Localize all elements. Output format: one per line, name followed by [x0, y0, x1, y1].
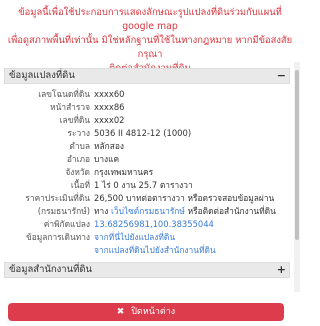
row-label: เนื้อที่: [70, 180, 90, 190]
row-value: 1 ไร่ 0 งาน 25.7 ตารางวา: [94, 180, 193, 190]
row-label: ข้อมูลการเดินทาง: [25, 232, 90, 242]
scrollbar-thumb[interactable]: [295, 70, 299, 240]
treasury-website-link[interactable]: เว็บไซต์กรมธนารักษ์: [111, 206, 185, 216]
row-label: เลขโฉนดที่ดิน: [38, 89, 90, 99]
close-window-button[interactable]: ✖ ปิดหน้าต่าง: [8, 303, 284, 321]
row-value: xxxx60: [94, 89, 125, 99]
row-value: 5036 II 4812-12 (1000): [94, 128, 192, 138]
land-section-header[interactable]: ข้อมูลแปลงที่ดิน −: [4, 68, 290, 84]
row-value: บางแค: [94, 154, 120, 164]
directions-to-land-link[interactable]: จากที่นี่ไปยังแปลงที่ดิน: [94, 231, 175, 243]
close-button-label: ปิดหน้าต่าง: [131, 307, 176, 317]
price-value-cont: ทาง เว็บไซต์กรมธนารักษ์ หรือติดต่อสำนักง…: [94, 205, 276, 217]
row-value: xxxx02: [94, 115, 125, 125]
price-prefix: ทาง: [94, 206, 109, 216]
row-label: (กรมธนารักษ์): [37, 206, 90, 216]
info-row-map-sheet: ระวาง 5036 II 4812-12 (1000): [4, 127, 290, 139]
info-row-area: เนื้อที่ 1 ไร่ 0 งาน 25.7 ตารางวา: [4, 179, 290, 191]
office-section-header[interactable]: ข้อมูลสำนักงานที่ดิน +: [4, 262, 290, 278]
info-row-subdistrict: ตำบล หลักสอง: [4, 140, 290, 152]
info-row-district: อำเภอ บางแค: [4, 153, 290, 165]
directions-to-office-link[interactable]: จากแปลงที่ดินไปยังสำนักงานที่ดิน: [94, 244, 216, 256]
price-suffix: หรือติดต่อสำนักงานที่ดิน: [187, 206, 276, 216]
row-label: ระวาง: [67, 128, 91, 138]
office-section-title: ข้อมูลสำนักงานที่ดิน: [9, 264, 93, 275]
row-label: ราคาประเมินที่ดิน: [25, 193, 90, 203]
row-label: ค่าพิกัดแปลง: [43, 219, 90, 229]
row-label: จังหวัด: [65, 167, 90, 177]
info-row-land-number: เลขที่ดิน xxxx02: [4, 114, 290, 126]
collapse-icon[interactable]: −: [277, 69, 286, 83]
price-value: 26,500 บาทต่อตารางวา หรือตรวจสอบข้อมูลผ่…: [94, 193, 275, 203]
info-row-survey-page: หน้าสำรวจ xxxx86: [4, 101, 290, 113]
row-label: หน้าสำรวจ: [50, 102, 90, 112]
row-value: กรุงเทพมหานคร: [94, 167, 154, 177]
coordinates-link[interactable]: 13.68256981,100.38355044: [94, 218, 214, 230]
close-icon: ✖: [116, 307, 125, 317]
disclaimer-line-1: ข้อมูลนี้เพื่อใช้ประกอบการแสดงลักษณะรูปแ…: [18, 7, 282, 32]
row-label: ตำบล: [69, 141, 90, 151]
row-value: xxxx86: [94, 102, 125, 112]
modal-scroll-area[interactable]: ข้อมูลแปลงที่ดิน − เลขโฉนดที่ดิน xxxx60 …: [0, 62, 300, 292]
info-row-appraised-price: ราคาประเมินที่ดิน 26,500 บาทต่อตารางวา ห…: [4, 192, 290, 204]
row-value: หลักสอง: [94, 141, 124, 151]
info-row-title-deed: เลขโฉนดที่ดิน xxxx60: [4, 88, 290, 100]
land-info-modal: ข้อมูลนี้เพื่อใช้ประกอบการแสดงลักษณะรูปแ…: [0, 0, 300, 326]
info-row-travel: ข้อมูลการเดินทาง จากที่นี่ไปยังแปลงที่ดิ…: [4, 231, 290, 243]
land-section-title: ข้อมูลแปลงที่ดิน: [9, 70, 75, 81]
info-row-travel-cont: จากแปลงที่ดินไปยังสำนักงานที่ดิน: [4, 244, 290, 256]
info-row-province: จังหวัด กรุงเทพมหานคร: [4, 166, 290, 178]
info-row-coordinates: ค่าพิกัดแปลง 13.68256981,100.38355044: [4, 218, 290, 230]
row-label: อำเภอ: [66, 154, 90, 164]
info-row-appraised-price-cont: (กรมธนารักษ์) ทาง เว็บไซต์กรมธนารักษ์ หร…: [4, 205, 290, 217]
disclaimer-line-2: เพื่อดูสภาพพื้นที่เท่านั้น มิใช่หลักฐานท…: [7, 35, 293, 60]
row-label: เลขที่ดิน: [59, 115, 90, 125]
expand-icon[interactable]: +: [277, 263, 286, 277]
